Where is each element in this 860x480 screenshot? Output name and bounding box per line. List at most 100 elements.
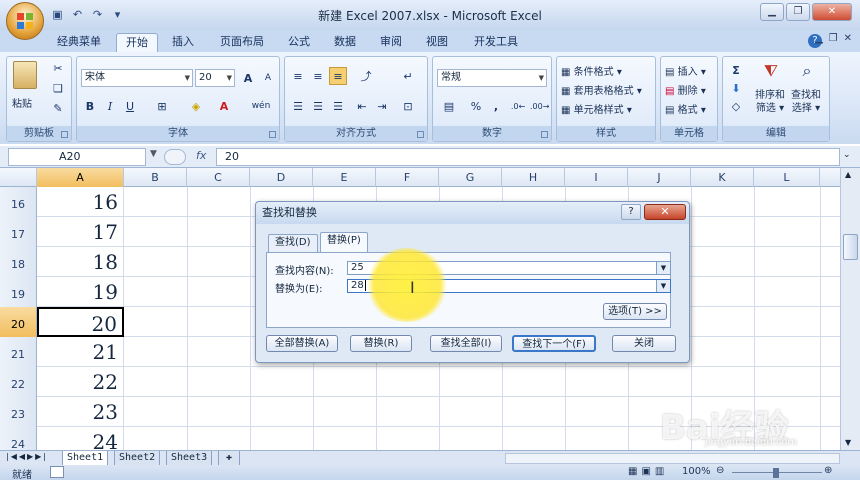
tab-developer[interactable]: 开发工具 [466,33,526,52]
row-header[interactable]: 20 [0,307,37,337]
increase-decimal-icon[interactable]: .0← [509,97,527,115]
scroll-thumb[interactable] [843,234,858,260]
tab-page-layout[interactable]: 页面布局 [212,33,272,52]
find-next-button[interactable]: 查找下一个(F) [512,335,596,352]
zoom-out-icon[interactable]: ⊖ [716,465,724,476]
cell-a[interactable]: 23 [37,397,124,427]
replace-button[interactable]: 替换(R) [350,335,412,352]
align-center-icon[interactable]: ☰ [309,97,327,115]
workbook-minimize-icon[interactable]: ▁ [815,33,823,44]
zoom-in-icon[interactable]: ⊕ [824,465,832,476]
align-bottom-icon[interactable]: ≡ [329,67,347,85]
insert-sheet-icon[interactable]: ✚ [218,451,240,466]
find-select-icon[interactable]: ⌕ [795,61,819,83]
restore-button[interactable]: ❐ [786,3,810,21]
column-header[interactable]: L [754,168,820,187]
decrease-indent-icon[interactable]: ⇤ [353,97,371,115]
font-size-select[interactable]: 20 ▼ [195,69,235,87]
dialog-help-button[interactable]: ? [621,204,641,220]
view-buttons-icon[interactable]: ▦▣▥ [628,466,668,477]
cell-a[interactable]: 17 [37,217,124,247]
chevron-down-icon[interactable]: ▼ [150,149,157,159]
dialog-close-button[interactable]: ✕ [644,204,686,220]
tab-data[interactable]: 数据 [326,33,364,52]
formula-bar-splitter[interactable] [164,149,186,165]
tab-home[interactable]: 开始 [116,33,158,52]
row-header[interactable]: 24 [0,427,37,450]
tab-replace[interactable]: 替换(P) [320,232,368,253]
cell-a[interactable]: 16 [37,187,124,217]
column-header[interactable]: J [628,168,691,187]
fill-icon[interactable]: ⬇ [727,79,745,97]
column-header[interactable]: E [313,168,376,187]
insert-function-button[interactable]: fx [196,149,206,162]
autosum-button[interactable]: Σ [727,61,745,79]
column-header[interactable]: H [502,168,565,187]
column-header[interactable]: B [124,168,187,187]
font-color-button[interactable]: A [215,97,233,115]
align-right-icon[interactable]: ☰ [329,97,347,115]
expand-formula-icon[interactable]: ⌄ [843,150,851,160]
cell-a[interactable]: 21 [37,337,124,367]
cell-styles-button[interactable]: ▦ 单元格样式 ▾ [561,101,632,116]
align-top-icon[interactable]: ≡ [289,67,307,85]
shrink-font-button[interactable]: A [259,69,277,87]
accounting-format-icon[interactable]: ▤ [437,97,461,115]
grow-font-button[interactable]: A [239,69,257,87]
row-header[interactable]: 16 [0,187,37,217]
tab-formulas[interactable]: 公式 [280,33,318,52]
percent-button[interactable]: % [467,97,485,115]
horizontal-scrollbar[interactable] [505,453,840,464]
font-name-select[interactable]: 宋体 ▼ [81,69,193,87]
column-header[interactable]: C [187,168,250,187]
vertical-scrollbar[interactable]: ▲ ▼ [840,168,860,450]
options-button[interactable]: 选项(T) >> [603,303,667,320]
format-as-table-button[interactable]: ▦ 套用表格格式 ▾ [561,82,642,97]
increase-indent-icon[interactable]: ⇥ [373,97,391,115]
row-header[interactable]: 22 [0,367,37,397]
row-header[interactable]: 21 [0,337,37,367]
row-header[interactable]: 19 [0,277,37,307]
sort-filter-icon[interactable]: ⧨ [759,61,783,83]
paste-button[interactable]: 粘贴 [12,95,32,110]
scroll-down-icon[interactable]: ▼ [845,438,851,447]
name-box[interactable]: A20 [8,148,146,166]
formula-input[interactable]: 20 [216,148,840,166]
column-header[interactable]: I [565,168,628,187]
find-select-button[interactable]: 查找和 选择 ▾ [791,89,821,115]
column-header[interactable]: D [250,168,313,187]
row-header[interactable]: 18 [0,247,37,277]
column-header[interactable]: G [439,168,502,187]
clipboard-launcher-icon[interactable] [61,131,68,138]
font-launcher-icon[interactable] [269,131,276,138]
italic-button[interactable]: I [101,97,119,115]
column-header[interactable]: A [37,168,124,187]
workbook-close-icon[interactable]: ✕ [844,33,852,44]
close-dialog-button[interactable]: 关闭 [612,335,676,352]
column-header[interactable]: K [691,168,754,187]
cut-icon[interactable]: ✂ [49,59,67,77]
minimize-button[interactable]: ▁ [760,3,784,21]
close-button[interactable]: ✕ [812,3,852,21]
number-format-select[interactable]: 常规 ▼ [437,69,547,87]
cell-a[interactable]: 22 [37,367,124,397]
sort-filter-button[interactable]: 排序和 筛选 ▾ [755,89,785,115]
replace-all-button[interactable]: 全部替换(A) [266,335,338,352]
comma-button[interactable]: , [487,97,505,115]
tab-review[interactable]: 审阅 [372,33,410,52]
macro-record-icon[interactable] [50,466,64,478]
wrap-text-icon[interactable]: ↵ [399,67,417,85]
cell-a[interactable]: 19 [37,277,124,307]
zoom-slider-thumb[interactable] [773,468,779,478]
alignment-launcher-icon[interactable] [417,131,424,138]
column-header[interactable]: F [376,168,439,187]
cell-a[interactable]: 24 [37,427,124,450]
chevron-down-icon[interactable]: ▼ [656,262,670,274]
workbook-restore-icon[interactable]: ❐ [829,33,838,44]
sheet-tab[interactable]: Sheet2 [114,451,161,466]
row-header[interactable]: 17 [0,217,37,247]
decrease-decimal-icon[interactable]: .00→ [529,97,549,115]
phonetic-button[interactable]: wén [247,97,275,115]
copy-icon[interactable]: ❏ [49,79,67,97]
clear-icon[interactable]: ◇ [727,97,745,115]
